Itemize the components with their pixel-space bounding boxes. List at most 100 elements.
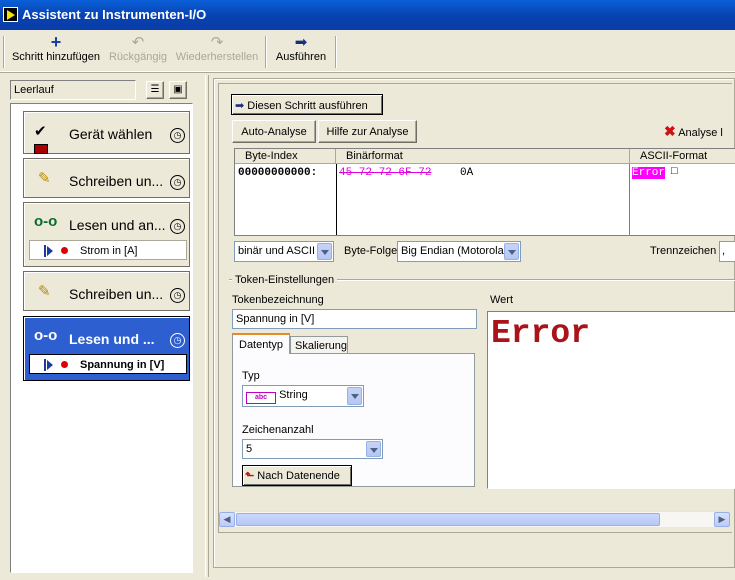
value-display-text: Error: [491, 315, 591, 352]
tab-datentyp[interactable]: Datentyp: [232, 333, 290, 354]
glasses-icon: o-o: [34, 213, 58, 230]
title-bar: Assistent zu Instrumenten-I/O: [0, 0, 735, 30]
byte-table: Byte-Index Binärformat ASCII-Format 0000…: [234, 148, 735, 236]
string-type-icon: abc: [246, 392, 276, 404]
add-step-label: Schritt hinzufügen: [11, 51, 101, 63]
token-name-input[interactable]: Spannung in [V]: [232, 309, 477, 329]
instrument-icon: ✔: [34, 122, 58, 154]
token-row[interactable]: Strom in [A]: [29, 240, 187, 260]
plus-icon: +: [50, 32, 62, 52]
to-data-end-button[interactable]: ⬑ Nach Datenende: [242, 465, 352, 486]
step-item-write-2[interactable]: ✎ Schreiben un... ◷: [23, 271, 190, 311]
window-title: Assistent zu Instrumenten-I/O: [22, 7, 207, 22]
step-label: Lesen und ...: [69, 331, 155, 347]
step-item-write-1[interactable]: ✎ Schreiben un... ◷: [23, 158, 190, 198]
token-section-title: Token-Einstellungen: [232, 274, 338, 286]
type-label: Typ: [242, 370, 260, 382]
token-name-value: Spannung in [V]: [236, 313, 315, 325]
scroll-right-button[interactable]: ▶: [714, 512, 730, 527]
redo-button[interactable]: ↷ Wiederherstellen: [174, 34, 260, 68]
column-divider: [629, 164, 630, 235]
stopwatch-icon: ◷: [170, 219, 185, 234]
add-step-button[interactable]: + Schritt hinzufügen: [10, 32, 102, 68]
step-item-read-1[interactable]: o-o Lesen und an... ◷ Strom in [A]: [23, 202, 190, 267]
pencil-icon: ✎: [38, 283, 51, 300]
splitter[interactable]: [205, 75, 209, 577]
token-name-label: Tokenbezeichnung: [232, 294, 324, 306]
token-arrow-icon: [44, 245, 53, 257]
chevron-down-icon: [504, 243, 519, 260]
list-view-toggle[interactable]: ☰: [146, 81, 164, 99]
step-item-read-2-selected[interactable]: o-o Lesen und ... ◷ Spannung in [V]: [23, 316, 190, 381]
main-panel: ➡ Diesen Schritt ausführen Auto-Analyse …: [213, 78, 735, 568]
icon-view-icon: ▣: [173, 84, 183, 95]
separator-label: Trennzeichen: [650, 245, 717, 257]
status-text: Leerlauf: [14, 84, 54, 96]
pencil-icon: ✎: [38, 170, 51, 187]
binary-rest-cell[interactable]: 0A: [460, 167, 473, 179]
byte-index-cell: 00000000000:: [238, 167, 318, 179]
chevron-down-icon: [317, 243, 332, 260]
tab-skalierung[interactable]: Skalierung: [290, 336, 348, 354]
char-count-select[interactable]: 5: [242, 439, 383, 459]
tab-label: Datentyp: [239, 339, 284, 351]
separator-value: ,: [722, 245, 726, 257]
ascii-highlight-cell[interactable]: Error: [632, 167, 666, 179]
to-data-end-label: Nach Datenende: [257, 470, 340, 482]
step-label: Schreiben un...: [69, 286, 164, 302]
run-arrow-icon: ➡: [235, 100, 245, 112]
format-select[interactable]: binär und ASCII: [234, 241, 334, 262]
arrow-left-icon: ◀: [223, 514, 231, 524]
step-label: Schreiben un...: [69, 173, 164, 189]
value-display: Error: [487, 311, 735, 489]
token-label: Strom in [A]: [80, 245, 138, 257]
token-row[interactable]: Spannung in [V]: [29, 354, 187, 374]
token-dot-icon: [61, 247, 68, 254]
toolbar-grip: [3, 36, 5, 68]
table-header: Byte-Index Binärformat ASCII-Format: [235, 149, 735, 164]
analysis-help-button[interactable]: Hilfe zur Analyse: [318, 120, 417, 143]
toolbar-separator: [265, 36, 267, 68]
header-divider: [629, 149, 630, 164]
chevron-down-icon: [366, 441, 381, 457]
stopwatch-icon: ◷: [170, 333, 185, 348]
analysis-reset-button[interactable]: ✖ Analyse l: [662, 122, 735, 142]
stopwatch-icon: ◷: [170, 175, 185, 190]
header-ascii: ASCII-Format: [640, 150, 708, 162]
step-item-select-device[interactable]: ✔ Gerät wählen ◷: [23, 111, 190, 154]
sidebar: Leerlauf ☰ ▣ ✔ Gerät wählen ◷ ✎ Schreibe…: [5, 75, 205, 577]
run-step-label: Diesen Schritt ausführen: [247, 100, 368, 112]
list-view-icon: ☰: [150, 84, 160, 95]
scroll-left-button[interactable]: ◀: [219, 512, 235, 527]
analysis-reset-label: Analyse l: [678, 127, 723, 139]
close-x-icon: ✖: [664, 123, 676, 139]
redo-icon: ↷: [210, 34, 224, 51]
horizontal-scrollbar[interactable]: ◀ ▶: [219, 511, 730, 527]
header-byte-index: Byte-Index: [245, 150, 298, 162]
undo-button[interactable]: ↶ Rückgängig: [106, 34, 170, 68]
value-label: Wert: [490, 294, 514, 306]
toolbar: + Schritt hinzufügen ↶ Rückgängig ↷ Wied…: [0, 30, 735, 72]
scroll-thumb[interactable]: [236, 513, 660, 526]
binary-highlight-cell[interactable]: 45 72 72 6F 72: [339, 167, 431, 179]
redo-label: Wiederherstellen: [175, 51, 259, 63]
column-divider: [336, 164, 337, 235]
undo-icon: ↶: [131, 34, 145, 51]
char-count-value: 5: [246, 443, 253, 455]
byte-order-select[interactable]: Big Endian (Motorola): [397, 241, 521, 262]
run-label: Ausführen: [275, 51, 327, 63]
char-count-label: Zeichenanzahl: [242, 424, 314, 436]
byte-order-value: Big Endian (Motorola): [401, 245, 508, 257]
separator-input[interactable]: ,: [719, 241, 735, 262]
run-button[interactable]: ➡ Ausführen: [272, 34, 330, 68]
run-step-button[interactable]: ➡ Diesen Schritt ausführen: [231, 94, 383, 115]
type-select[interactable]: abc String: [242, 385, 364, 407]
arrow-up-left-icon: ⬑: [245, 470, 255, 482]
arrow-right-scroll-icon: ▶: [718, 514, 726, 524]
labview-app-icon: [3, 7, 18, 22]
chevron-down-icon: [347, 387, 362, 405]
auto-analysis-button[interactable]: Auto-Analyse: [232, 120, 316, 143]
icon-view-toggle[interactable]: ▣: [169, 81, 187, 99]
tab-label: Skalierung: [295, 340, 347, 352]
ascii-rest-cell[interactable]: □: [671, 166, 678, 178]
